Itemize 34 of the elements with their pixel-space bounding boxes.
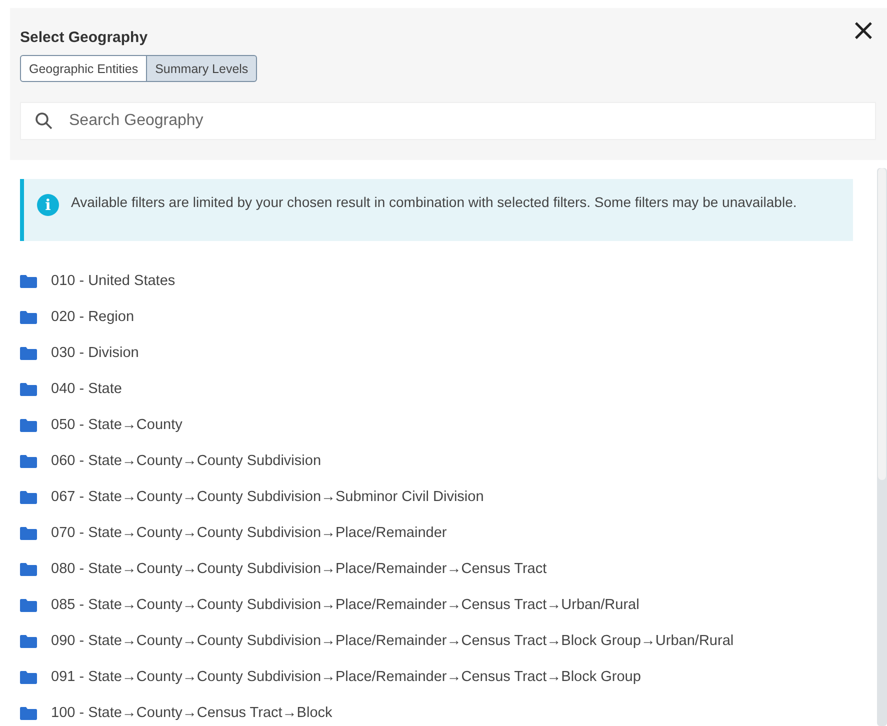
folder-icon — [20, 706, 37, 720]
summary-level-item[interactable]: 040 - State — [51, 381, 122, 397]
folder-icon — [20, 274, 37, 288]
summary-level-item[interactable]: 085 - State→County→County Subdivision→Place/Remainder→Census Tract→Urban/Rural — [51, 597, 640, 613]
summary-level-item[interactable]: 010 - United States — [51, 273, 176, 289]
summary-level-item[interactable]: 090 - State→County→County Subdivision→Place/Remainder→Census Tract→Block Group→Urban/Rural — [51, 633, 734, 649]
folder-icon — [20, 490, 37, 504]
folder-icon — [20, 418, 37, 432]
folder-icon — [20, 346, 37, 360]
folder-icon — [20, 526, 37, 540]
summary-level-item[interactable]: 070 - State→County→County Subdivision→Place/Remainder — [51, 525, 447, 541]
summary-level-item[interactable]: 030 - Division — [51, 345, 139, 361]
summary-level-item[interactable]: 091 - State→County→County Subdivision→Place/Remainder→Census Tract→Block Group — [51, 669, 641, 685]
scrollbar[interactable] — [877, 168, 887, 726]
summary-level-item[interactable]: 067 - State→County→County Subdivision→Subminor Civil Division — [51, 489, 484, 505]
summary-level-item[interactable]: 050 - State→County — [51, 417, 182, 433]
tab[interactable]: Geographic Entities — [20, 55, 148, 82]
search-field[interactable]: Search Geography — [20, 102, 876, 140]
tab[interactable]: Summary Levels — [147, 55, 258, 82]
info-icon: i — [37, 194, 59, 216]
folder-icon — [20, 310, 37, 324]
summary-level-item[interactable]: 080 - State→County→County Subdivision→Place/Remainder→Census Tract — [51, 561, 547, 577]
summary-level-item[interactable]: 060 - State→County→County Subdivision — [51, 453, 322, 469]
folder-icon — [20, 598, 37, 612]
notice-text: Available filters are limited by your chosen result in combination with selected filters. Some filters may be unavailable. — [71, 193, 797, 211]
close-button[interactable]: × — [850, 20, 876, 42]
summary-level-item[interactable]: 020 - Region — [51, 309, 134, 325]
folder-icon — [20, 382, 37, 396]
summary-level-item[interactable]: 100 - State→County→Census Tract→Block — [51, 705, 332, 721]
dialog-title: Select Geography — [20, 29, 148, 46]
folder-icon — [20, 562, 37, 576]
folder-icon — [20, 634, 37, 648]
folder-icon — [20, 454, 37, 468]
folder-icon — [20, 670, 37, 684]
